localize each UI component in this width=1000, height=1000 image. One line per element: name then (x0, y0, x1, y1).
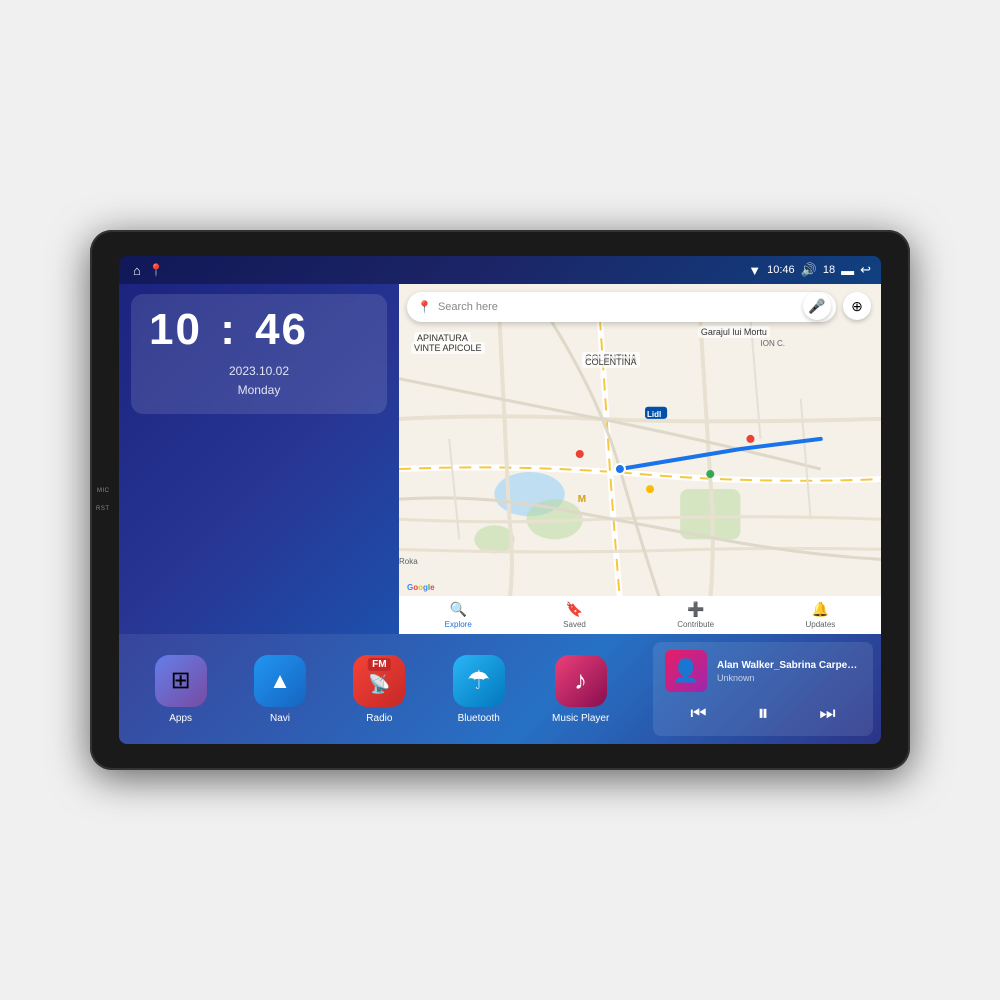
music-icon: ♪ (574, 665, 587, 696)
bluetooth-icon: ☂ (467, 665, 490, 696)
map-search-text: Search here (438, 301, 498, 313)
radio-label: Radio (366, 713, 392, 724)
app-icon-apps[interactable]: ⊞ Apps (155, 655, 207, 724)
map-layers-icon[interactable]: ⊕ (843, 292, 871, 320)
contribute-icon: ➕ (687, 601, 704, 618)
bluetooth-label: Bluetooth (458, 713, 500, 724)
music-top: 👤 Alan Walker_Sabrina Carpenter_F... Unk… (665, 650, 861, 692)
radio-icon-circle: FM 📡 (353, 655, 405, 707)
music-player-section: 👤 Alan Walker_Sabrina Carpenter_F... Unk… (653, 642, 873, 736)
updates-icon: 🔔 (812, 601, 829, 618)
clock-widget: 10 : 46 2023.10.02 Monday (131, 294, 387, 414)
explore-icon: 🔍 (450, 601, 467, 618)
map-ion-label: ION C. (761, 339, 785, 348)
clock-minutes: 46 (255, 305, 308, 354)
music-player-label: Music Player (552, 713, 609, 724)
map-voice-icon[interactable]: 🎤 (803, 292, 831, 320)
battery-num: 18 (823, 264, 835, 276)
maps-tab-contribute-label: Contribute (677, 620, 714, 629)
app-icons-section: ⊞ Apps ▲ Navi FM 📡 Radio (119, 634, 645, 744)
clock-hours: 10 (149, 305, 202, 354)
clock-time: 10 : 46 (149, 308, 369, 352)
app-icon-radio[interactable]: FM 📡 Radio (353, 655, 405, 724)
radio-wave: 📡 (368, 674, 390, 695)
map-background: M Lidl APINATURA Garajul lui Mortu VINTE… (399, 284, 881, 634)
map-pin-icon: 📍 (417, 300, 432, 314)
map-label-garajul: Garajul lui Mortu (698, 326, 770, 338)
apps-label: Apps (169, 713, 192, 724)
map-label-vinte: VINTE APICOLE (411, 342, 485, 354)
left-panel: 10 : 46 2023.10.02 Monday (119, 284, 399, 634)
main-content: 10 : 46 2023.10.02 Monday (119, 284, 881, 634)
maps-tab-updates[interactable]: 🔔 Updates (805, 601, 835, 629)
apps-icon-circle: ⊞ (155, 655, 207, 707)
google-logo: Google (407, 583, 435, 592)
screen: ⌂ 📍 ▼ 10:46 🔊 18 ▬ ↩ 10 : 46 (119, 256, 881, 744)
navi-icon: ▲ (269, 668, 291, 694)
saved-icon: 🔖 (566, 601, 583, 618)
navi-label: Navi (270, 713, 290, 724)
album-art: 👤 (665, 650, 707, 692)
mic-label: MIC (97, 488, 110, 494)
clock-date: 2023.10.02 Monday (149, 362, 369, 400)
status-bar: ⌂ 📍 ▼ 10:46 🔊 18 ▬ ↩ (119, 256, 881, 284)
app-icon-navi[interactable]: ▲ Navi (254, 655, 306, 724)
music-icon-circle: ♪ (555, 655, 607, 707)
music-artist: Unknown (717, 673, 861, 683)
maps-tab-contribute[interactable]: ➕ Contribute (677, 601, 714, 629)
map-roka-label: Roka (399, 557, 418, 566)
home-icon[interactable]: ⌂ (133, 263, 141, 278)
nav-icon[interactable]: 📍 (149, 263, 164, 277)
next-button[interactable]: ⏭ (815, 699, 839, 728)
maps-tab-saved[interactable]: 🔖 Saved (563, 601, 586, 629)
apps-icon: ⊞ (171, 666, 191, 695)
maps-tab-saved-label: Saved (563, 620, 586, 629)
bottom-row: ⊞ Apps ▲ Navi FM 📡 Radio (119, 634, 881, 744)
side-labels: MIC RST (96, 488, 110, 512)
maps-tab-explore[interactable]: 🔍 Explore (445, 601, 472, 629)
album-art-image: 👤 (665, 650, 707, 692)
svg-text:M: M (578, 494, 586, 505)
right-panel: M Lidl APINATURA Garajul lui Mortu VINTE… (399, 284, 881, 634)
play-pause-button[interactable]: ⏸ (753, 696, 772, 730)
music-title: Alan Walker_Sabrina Carpenter_F... (717, 660, 861, 671)
wifi-icon: ▼ (748, 263, 761, 278)
back-icon[interactable]: ↩ (860, 262, 871, 278)
clock-sep: : (220, 308, 237, 352)
app-icon-bluetooth[interactable]: ☂ Bluetooth (453, 655, 505, 724)
maps-tab-updates-label: Updates (805, 620, 835, 629)
map-label-colentina2: COLENTINA (582, 356, 640, 368)
status-left-icons: ⌂ 📍 (129, 263, 164, 278)
prev-button[interactable]: ⏮ (686, 699, 710, 728)
svg-text:Lidl: Lidl (647, 410, 661, 419)
music-controls: ⏮ ⏸ ⏭ (665, 696, 861, 730)
maps-bottom-bar: 🔍 Explore 🔖 Saved ➕ Contribute 🔔 (399, 596, 881, 634)
app-icon-music-player[interactable]: ♪ Music Player (552, 655, 609, 724)
navi-icon-circle: ▲ (254, 655, 306, 707)
rst-label: RST (96, 506, 110, 512)
car-head-unit: MIC RST ⌂ 📍 ▼ 10:46 🔊 18 ▬ ↩ 10 (90, 230, 910, 770)
music-info: Alan Walker_Sabrina Carpenter_F... Unkno… (717, 660, 861, 683)
status-time: 10:46 (767, 264, 795, 276)
radio-icon: FM (368, 658, 390, 671)
map-roads-svg: M Lidl (399, 284, 881, 634)
map-search-bar[interactable]: 📍 Search here (407, 292, 836, 322)
battery-icon: ▬ (841, 263, 854, 278)
map-area[interactable]: M Lidl APINATURA Garajul lui Mortu VINTE… (399, 284, 881, 634)
volume-icon: 🔊 (801, 262, 817, 278)
maps-tab-explore-label: Explore (445, 620, 472, 629)
bluetooth-icon-circle: ☂ (453, 655, 505, 707)
